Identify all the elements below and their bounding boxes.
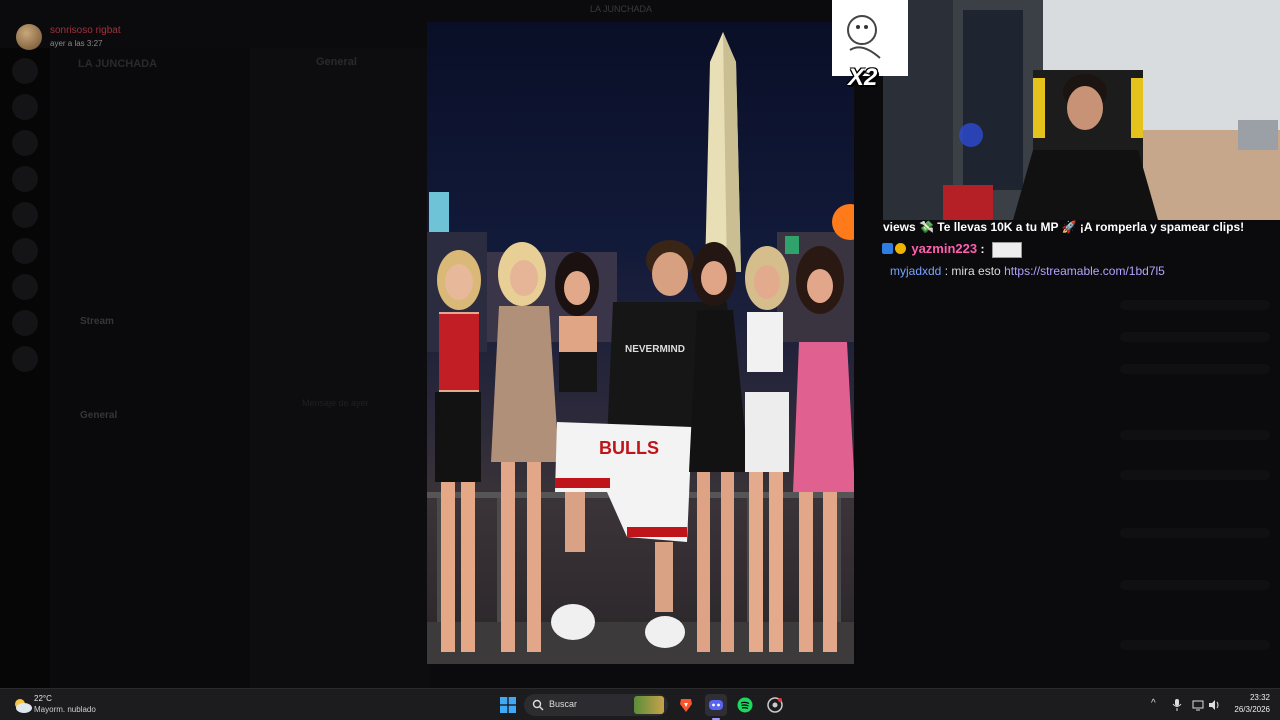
server-icon[interactable] (12, 346, 38, 372)
author-name[interactable]: sonrisoso rigbat (50, 25, 121, 36)
chevron-up-icon[interactable]: ^ (1151, 698, 1156, 709)
server-icon[interactable] (12, 94, 38, 120)
network-icon[interactable] (1192, 699, 1204, 711)
search-highlight-image (634, 696, 664, 714)
window-title: LA JUNCHADA (590, 4, 653, 14)
message-author-header: sonrisoso rigbat ayer a las 3:27 (10, 22, 430, 50)
server-icon[interactable] (12, 274, 38, 300)
member-item[interactable] (1120, 580, 1270, 590)
chat-message: myjadxdd : mira esto https://streamable.… (890, 264, 1165, 278)
chat-emote-image (991, 241, 1022, 258)
channel-stream[interactable]: Stream (80, 316, 114, 327)
weather-temperature[interactable]: 22°C (34, 694, 52, 703)
chat-area: General Mensaje de ayer (250, 48, 430, 688)
message-timestamp: ayer a las 3:27 (50, 39, 103, 48)
server-icon[interactable] (12, 130, 38, 156)
server-icon[interactable] (12, 202, 38, 228)
webcam-illustration (883, 0, 1280, 220)
emote-multiplier: X2 (848, 64, 878, 91)
chat-message-text: views 💸 Te llevas 10K a tu MP 🚀 ¡A rompe… (883, 220, 1245, 234)
server-icon[interactable] (12, 58, 38, 84)
taskbar: 22°C Mayorm. nublado Buscar ^ 23:32 26/3… (0, 688, 1280, 720)
shirt-print: NEVERMIND (625, 344, 685, 355)
discord-icon[interactable] (705, 694, 727, 716)
chat-message: yazmin223 : (882, 241, 1022, 258)
server-icon[interactable] (12, 238, 38, 264)
channel-sidebar: LA JUNCHADA Stream General sonrisoso (50, 48, 250, 708)
server-list (0, 48, 50, 688)
brave-browser-icon[interactable] (675, 694, 697, 716)
member-item[interactable] (1120, 300, 1270, 310)
server-icon[interactable] (12, 166, 38, 192)
chat-message: views 💸 Te llevas 10K a tu MP 🚀 ¡A rompe… (883, 220, 1244, 234)
channel-general[interactable]: General (80, 410, 117, 421)
badge-icon (882, 243, 893, 254)
clock-time[interactable]: 23:32 (1232, 693, 1270, 702)
weather-description[interactable]: Mayorm. nublado (34, 705, 96, 714)
badge-icon (895, 243, 906, 254)
chat-separator: : (977, 242, 985, 256)
search-input[interactable]: Buscar (524, 694, 668, 716)
webcam-feed (883, 0, 1280, 220)
member-item[interactable] (1120, 332, 1270, 342)
image-preview[interactable]: NEVERMIND BULLS (427, 22, 854, 664)
member-item[interactable] (1120, 364, 1270, 374)
member-item[interactable] (1120, 640, 1270, 650)
shorts-print: BULLS (599, 438, 659, 458)
chat-username: myjadxdd (890, 264, 942, 278)
spotify-icon[interactable] (734, 694, 756, 716)
chat-message-text: mira esto (951, 264, 1001, 278)
chat-separator: : (941, 264, 952, 278)
chat-message: Mensaje de ayer (302, 398, 369, 408)
chrome-icon[interactable] (764, 694, 786, 716)
member-item[interactable] (1120, 528, 1270, 538)
member-item[interactable] (1120, 430, 1270, 440)
member-list (1110, 280, 1280, 688)
search-icon (532, 699, 544, 711)
member-item[interactable] (1120, 470, 1270, 480)
clock-date[interactable]: 26/3/2026 (1224, 705, 1270, 714)
chat-link[interactable]: https://streamable.com/1bd7l5 (1004, 264, 1165, 278)
chat-username: yazmin223 (911, 241, 978, 256)
windows-start-icon[interactable] (497, 694, 519, 716)
group-photo-illustration: NEVERMIND BULLS (427, 32, 854, 664)
avatar[interactable] (16, 24, 42, 50)
guild-name[interactable]: LA JUNCHADA (78, 58, 157, 70)
search-placeholder: Buscar (549, 699, 578, 709)
microphone-icon[interactable] (1172, 699, 1182, 711)
server-icon[interactable] (12, 310, 38, 336)
channel-title: General (316, 56, 357, 68)
volume-icon[interactable] (1208, 699, 1221, 711)
cloudy-weather-icon[interactable] (12, 696, 32, 714)
